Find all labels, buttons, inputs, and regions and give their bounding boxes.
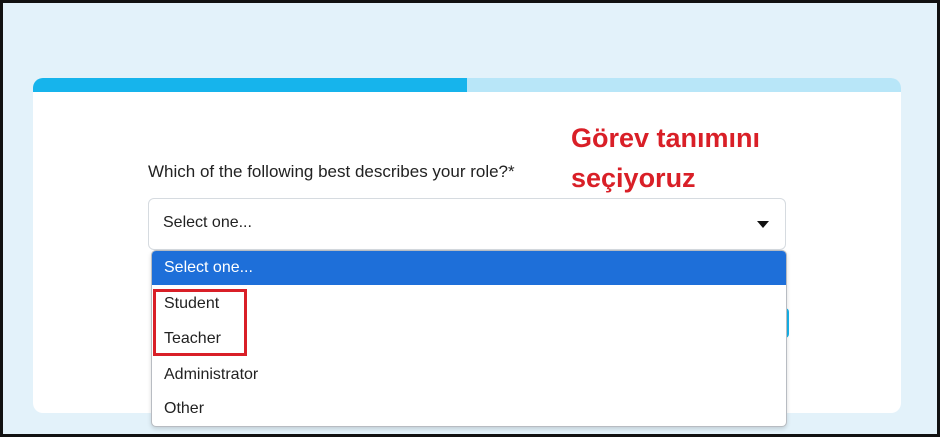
option-select-one[interactable]: Select one...	[152, 251, 786, 285]
annotation-line-1: Görev tanımını	[571, 123, 761, 153]
annotation-line-2: seçiyoruz	[571, 163, 696, 193]
option-administrator[interactable]: Administrator	[152, 358, 786, 392]
caret-down-icon	[757, 221, 769, 228]
option-teacher[interactable]: Teacher	[152, 322, 786, 356]
option-other[interactable]: Other	[152, 392, 786, 426]
annotation-text: Görev tanımını seçiyoruz	[571, 118, 760, 198]
role-select[interactable]: Select one...	[148, 198, 786, 250]
progress-bar-fill	[33, 78, 467, 92]
option-student[interactable]: Student	[152, 287, 786, 321]
annotation-highlight-box	[153, 289, 247, 356]
screenshot-frame: Which of the following best describes yo…	[0, 0, 940, 437]
progress-bar	[33, 78, 901, 92]
role-select-value: Select one...	[163, 214, 252, 231]
role-question-label: Which of the following best describes yo…	[148, 162, 515, 181]
